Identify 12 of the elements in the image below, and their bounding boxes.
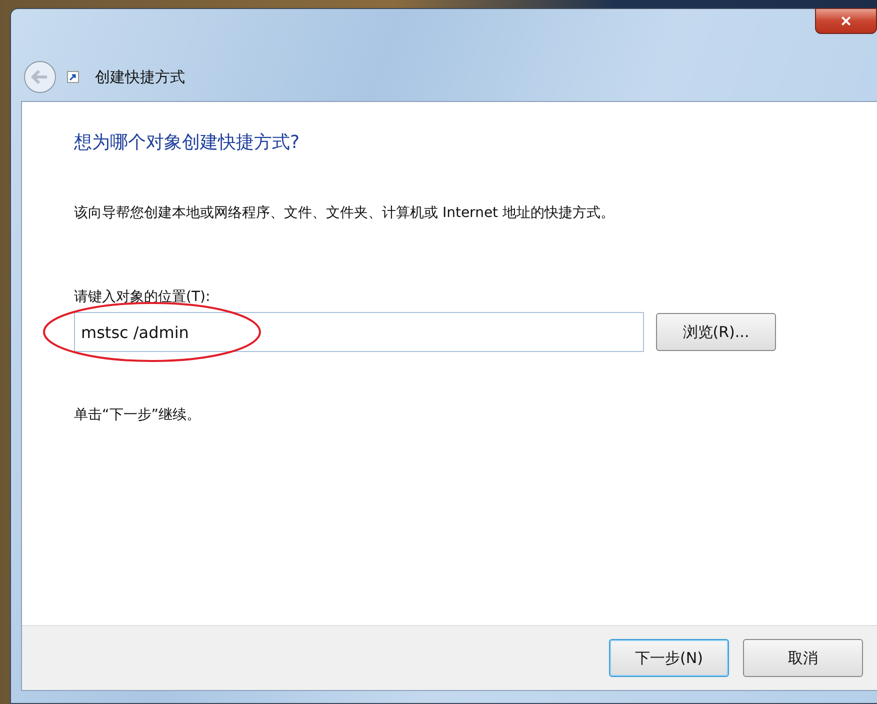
close-button[interactable]: × [815, 8, 877, 34]
next-button[interactable]: 下一步(N) [609, 639, 729, 677]
location-label: 请键入对象的位置(T): [74, 288, 212, 306]
description-text: 该向导帮您创建本地或网络程序、文件、文件夹、计算机或 Internet 地址的快捷方式。 [74, 204, 616, 222]
window-title: 创建快捷方式 [95, 68, 185, 86]
wizard-heading: 想为哪个对象创建快捷方式? [74, 131, 301, 154]
hint-text: 单击“下一步”继续。 [74, 406, 202, 424]
cancel-button[interactable]: 取消 [743, 639, 863, 677]
back-icon[interactable] [23, 60, 57, 94]
shortcut-icon [67, 71, 79, 83]
location-field[interactable]: mstsc /admin [74, 312, 644, 352]
browse-button[interactable]: 浏览(R)... [656, 313, 776, 351]
